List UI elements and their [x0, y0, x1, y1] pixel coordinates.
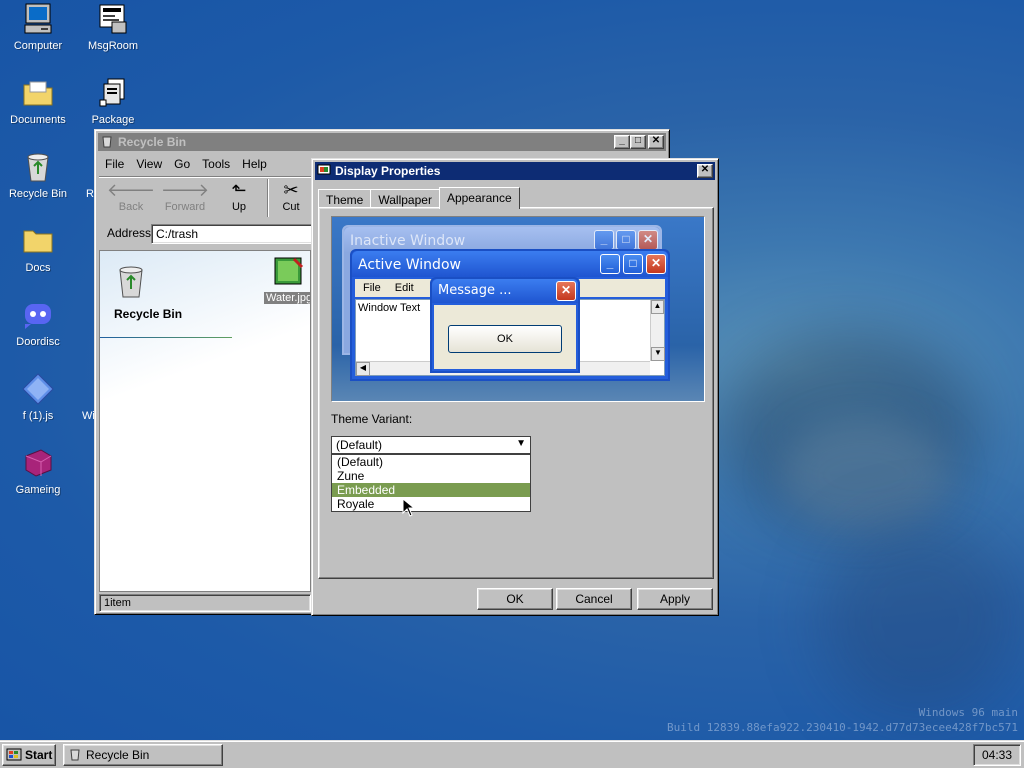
recycle-bin-titlebar[interactable]: Recycle Bin _ □ ✕ — [98, 133, 666, 151]
build-watermark: Build 12839.88efa922.230410-1942.d77d73e… — [667, 721, 1018, 734]
message-box-preview: Message ... ✕ OK — [430, 277, 580, 373]
forward-arrow-icon: 🡒 — [160, 180, 210, 200]
folder-icon — [21, 76, 55, 110]
desktop-icon-package[interactable]: Package — [75, 76, 151, 126]
file-view: Recycle Bin Water.jpg — [99, 250, 311, 592]
menu-bar: File View Go Tools Help — [99, 154, 273, 174]
menu-file[interactable]: File — [99, 157, 130, 171]
chevron-down-icon: ▼ — [516, 438, 526, 449]
menu-help[interactable]: Help — [236, 157, 273, 171]
folder-up-icon: ⬑ — [231, 180, 247, 200]
display-properties-titlebar[interactable]: Display Properties ✕ — [315, 162, 715, 180]
cancel-button[interactable]: Cancel — [556, 588, 632, 610]
desktop-icon-f1-js[interactable]: f (1).js — [0, 372, 76, 422]
display-properties-window: Display Properties ✕ Theme Wallpaper App… — [311, 158, 719, 616]
wallpaper-shape — [780, 420, 950, 530]
scroll-up-icon: ▲ — [651, 300, 664, 314]
start-button[interactable]: Start — [2, 744, 56, 766]
menu-view[interactable]: View — [130, 157, 168, 171]
wallpaper-shape — [820, 520, 1020, 720]
minimize-button[interactable]: _ — [614, 135, 630, 149]
preview-ok-button: OK — [448, 325, 562, 353]
recycle-bin-icon — [114, 263, 148, 302]
close-button[interactable]: ✕ — [648, 135, 664, 149]
close-button[interactable]: ✕ — [697, 164, 713, 178]
maximize-icon: □ — [623, 254, 643, 274]
theme-variant-label: Theme Variant: — [331, 412, 413, 426]
menu-tools[interactable]: Tools — [196, 157, 236, 171]
desktop-icon-gameing[interactable]: Gameing — [0, 446, 76, 496]
maximize-button[interactable]: □ — [630, 135, 646, 149]
menu-go[interactable]: Go — [168, 157, 196, 171]
appearance-panel: Inactive Window _ □ ✕ Active Window _ □ … — [318, 207, 714, 579]
back-button[interactable]: 🡐 Back — [103, 179, 159, 213]
minimize-icon: _ — [600, 254, 620, 274]
heading-rule — [100, 337, 232, 338]
desktop-icon-docs[interactable]: Docs — [0, 224, 76, 274]
script-icon — [21, 372, 55, 406]
taskbar-item-recycle-bin[interactable]: Recycle Bin — [63, 744, 223, 766]
close-icon: ✕ — [646, 254, 666, 274]
tab-appearance[interactable]: Appearance — [438, 187, 520, 209]
taskbar: Start Recycle Bin 04:33 — [0, 740, 1024, 768]
image-file-icon — [264, 255, 310, 290]
msgroom-icon — [96, 2, 130, 36]
computer-icon — [21, 2, 55, 36]
folder-icon — [21, 224, 55, 258]
start-logo-icon — [6, 747, 22, 764]
close-icon: ✕ — [556, 281, 576, 301]
build-watermark: Windows 96 main — [918, 706, 1018, 719]
recycle-bin-icon — [68, 747, 82, 764]
theme-preview: Inactive Window _ □ ✕ Active Window _ □ … — [331, 216, 705, 402]
recycle-bin-icon — [21, 150, 55, 184]
option-zune[interactable]: Zune — [332, 469, 530, 483]
vertical-scrollbar: ▲ ▼ — [650, 300, 665, 361]
option-royale[interactable]: Royale — [332, 497, 530, 511]
theme-variant-dropdown: (Default) Zune Embedded Royale — [331, 454, 531, 512]
theme-variant-select[interactable]: (Default) ▼ — [331, 436, 531, 454]
folder-heading: Recycle Bin — [114, 307, 183, 321]
toolbar-separator — [267, 179, 269, 217]
window-title: Recycle Bin — [118, 135, 187, 149]
clock: 04:33 — [973, 744, 1021, 766]
desktop-icon-recycle-bin[interactable]: Recycle Bin — [0, 150, 76, 200]
tab-strip: Theme Wallpaper Appearance — [318, 187, 520, 209]
display-settings-icon — [317, 163, 331, 180]
apply-button[interactable]: Apply — [637, 588, 713, 610]
window-title: Display Properties — [335, 164, 441, 178]
desktop-icon-documents[interactable]: Documents — [0, 76, 76, 126]
option-embedded[interactable]: Embedded — [332, 483, 530, 497]
forward-button[interactable]: 🡒 Forward — [157, 179, 213, 213]
up-button[interactable]: ⬑ Up — [211, 179, 267, 213]
desktop-icon-msgroom[interactable]: MsgRoom — [75, 2, 151, 52]
minimize-icon: _ — [594, 230, 614, 250]
address-label: Address — [107, 226, 152, 240]
maximize-icon: □ — [616, 230, 636, 250]
scroll-left-icon: ◀ — [356, 362, 370, 376]
desktop-partial-label: Wi — [82, 410, 95, 422]
file-item[interactable]: Water.jpg — [264, 255, 310, 304]
desktop-partial-label: R — [86, 188, 94, 200]
close-icon: ✕ — [638, 230, 658, 250]
desktop-icon-computer[interactable]: Computer — [0, 2, 76, 52]
back-arrow-icon: 🡐 — [106, 180, 156, 200]
ok-button[interactable]: OK — [477, 588, 553, 610]
recycle-bin-icon — [100, 134, 114, 151]
doordisc-icon — [21, 298, 55, 332]
scroll-down-icon: ▼ — [651, 347, 665, 361]
toolbar: 🡐 Back 🡒 Forward ⬑ Up ✂ Cut — [99, 176, 311, 220]
cut-button[interactable]: ✂ Cut — [271, 179, 311, 213]
message-body: OK — [434, 305, 576, 369]
game-icon — [21, 446, 55, 480]
active-window-title: Active Window — [352, 251, 668, 277]
scissors-icon: ✂ — [283, 180, 299, 200]
option-default[interactable]: (Default) — [332, 455, 530, 469]
tab-wallpaper[interactable]: Wallpaper — [370, 189, 440, 209]
mouse-cursor-icon — [402, 497, 416, 521]
desktop-icon-doordisc[interactable]: Doordisc — [0, 298, 76, 348]
tab-theme[interactable]: Theme — [318, 189, 372, 209]
status-bar: 1item — [99, 594, 311, 612]
package-icon — [96, 76, 130, 110]
